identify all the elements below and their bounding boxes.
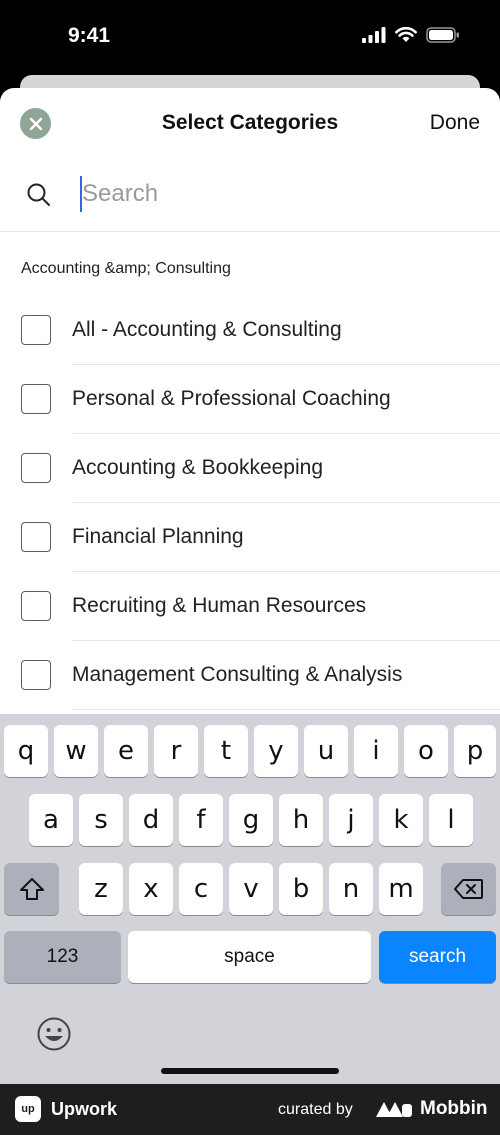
key-p[interactable]: p bbox=[454, 725, 496, 777]
divider bbox=[72, 709, 500, 710]
key-l[interactable]: l bbox=[429, 794, 473, 846]
delete-key[interactable] bbox=[441, 863, 496, 915]
list-item-label: Personal & Professional Coaching bbox=[72, 387, 391, 410]
shift-icon bbox=[19, 878, 44, 900]
key-v[interactable]: v bbox=[229, 863, 273, 915]
footer-bar: up Upwork curated by Mobbin bbox=[0, 1084, 500, 1135]
key-b[interactable]: b bbox=[279, 863, 323, 915]
key-r[interactable]: r bbox=[154, 725, 198, 777]
search-input[interactable] bbox=[80, 176, 460, 212]
keyboard: q w e r t y u i o p a s d f g h j k l z … bbox=[0, 714, 500, 1084]
shift-key[interactable] bbox=[4, 863, 59, 915]
key-f[interactable]: f bbox=[179, 794, 223, 846]
key-e[interactable]: e bbox=[104, 725, 148, 777]
home-indicator bbox=[161, 1068, 339, 1074]
search-key[interactable]: search bbox=[379, 931, 496, 983]
checkbox[interactable] bbox=[21, 591, 51, 621]
wifi-icon bbox=[395, 27, 417, 42]
key-g[interactable]: g bbox=[229, 794, 273, 846]
key-w[interactable]: w bbox=[54, 725, 98, 777]
backspace-icon bbox=[453, 879, 483, 899]
upwork-logo: up bbox=[15, 1096, 41, 1122]
key-n[interactable]: n bbox=[329, 863, 373, 915]
search-bar bbox=[0, 160, 500, 232]
list-item[interactable]: Accounting & Bookkeeping bbox=[0, 434, 500, 503]
done-button[interactable]: Done bbox=[430, 111, 480, 135]
key-o[interactable]: o bbox=[404, 725, 448, 777]
emoji-icon[interactable] bbox=[36, 1016, 72, 1052]
key-m[interactable]: m bbox=[379, 863, 423, 915]
list-item[interactable]: Financial Planning bbox=[0, 503, 500, 572]
key-q[interactable]: q bbox=[4, 725, 48, 777]
list-item[interactable]: All - Accounting & Consulting bbox=[0, 296, 500, 365]
key-i[interactable]: i bbox=[354, 725, 398, 777]
key-x[interactable]: x bbox=[129, 863, 173, 915]
list-item[interactable]: Recruiting & Human Resources bbox=[0, 572, 500, 641]
list-item-label: Recruiting & Human Resources bbox=[72, 594, 367, 617]
key-t[interactable]: t bbox=[204, 725, 248, 777]
list-item[interactable]: Management Consulting & Analysis bbox=[0, 641, 500, 710]
checkbox[interactable] bbox=[21, 453, 51, 483]
status-time: 9:41 bbox=[68, 24, 111, 47]
section-header: Accounting &amp; Consulting bbox=[21, 260, 231, 277]
key-c[interactable]: c bbox=[179, 863, 223, 915]
key-u[interactable]: u bbox=[304, 725, 348, 777]
key-z[interactable]: z bbox=[79, 863, 123, 915]
footer-curated-label: curated by bbox=[278, 1101, 353, 1118]
sheet-header: Select Categories Done bbox=[0, 88, 500, 160]
checkbox[interactable] bbox=[21, 522, 51, 552]
battery-icon bbox=[426, 27, 459, 43]
checkbox[interactable] bbox=[21, 660, 51, 690]
list-item-label: Accounting & Bookkeeping bbox=[72, 456, 324, 479]
footer-app-name: Upwork bbox=[51, 1099, 118, 1119]
list-item-label: Management Consulting & Analysis bbox=[72, 663, 403, 686]
footer-brand: Mobbin bbox=[420, 1098, 488, 1119]
key-j[interactable]: j bbox=[329, 794, 373, 846]
status-icons bbox=[362, 27, 460, 43]
numbers-key[interactable]: 123 bbox=[4, 931, 121, 983]
key-k[interactable]: k bbox=[379, 794, 423, 846]
key-a[interactable]: a bbox=[29, 794, 73, 846]
cellular-signal-icon bbox=[362, 27, 386, 43]
mobbin-logo-icon bbox=[376, 1102, 412, 1117]
list-item-label: Financial Planning bbox=[72, 525, 244, 548]
category-list: All - Accounting & Consulting Personal &… bbox=[0, 296, 500, 710]
list-item[interactable]: Personal & Professional Coaching bbox=[0, 365, 500, 434]
page-title: Select Categories bbox=[161, 111, 339, 134]
search-icon bbox=[27, 183, 50, 206]
key-h[interactable]: h bbox=[279, 794, 323, 846]
space-key[interactable]: space bbox=[128, 931, 371, 983]
key-d[interactable]: d bbox=[129, 794, 173, 846]
key-y[interactable]: y bbox=[254, 725, 298, 777]
checkbox[interactable] bbox=[21, 384, 51, 414]
checkbox[interactable] bbox=[21, 315, 51, 345]
list-item-label: All - Accounting & Consulting bbox=[72, 318, 342, 341]
key-s[interactable]: s bbox=[79, 794, 123, 846]
status-bar: 9:41 bbox=[0, 0, 500, 75]
